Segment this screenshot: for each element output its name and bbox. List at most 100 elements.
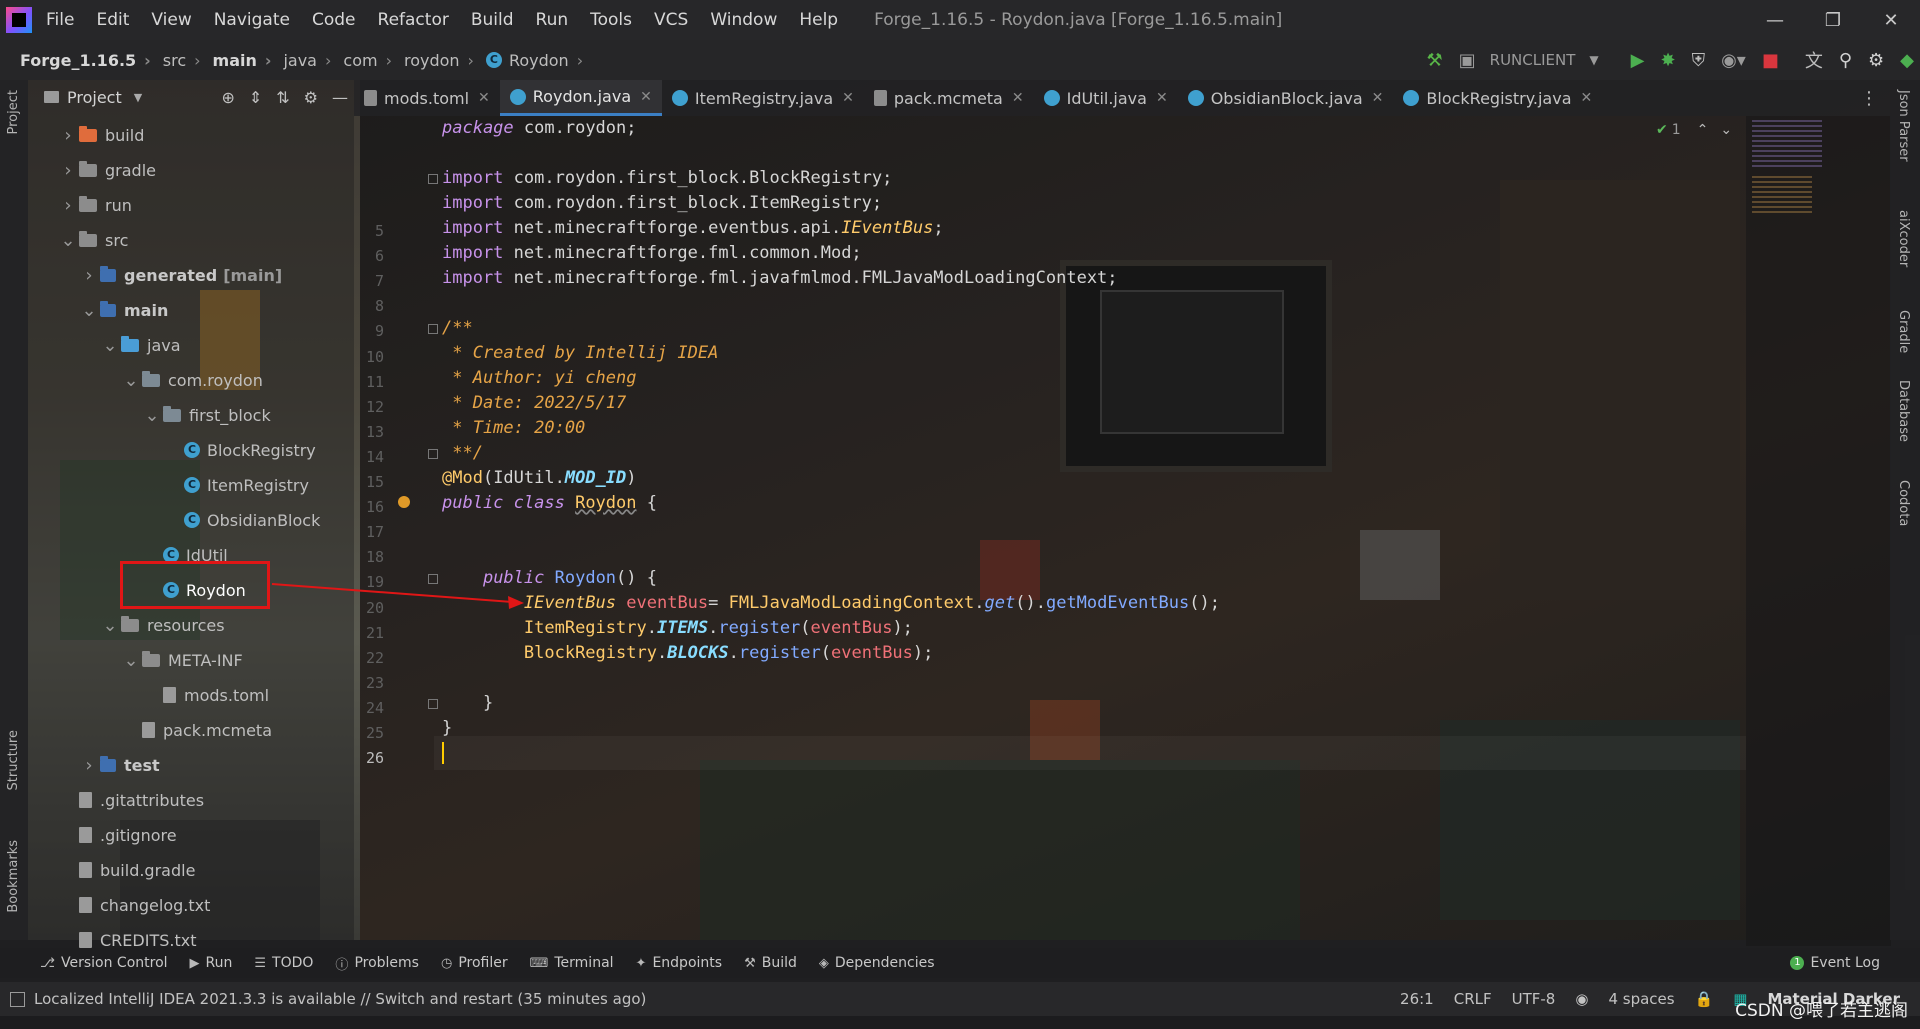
editor-tab[interactable]: Roydon.java ✕: [499, 80, 662, 116]
stop-icon[interactable]: ■: [1762, 50, 1779, 71]
tree-item[interactable]: ⌄ first_block: [143, 398, 270, 432]
menu-edit[interactable]: Edit: [96, 10, 129, 30]
menu-view[interactable]: View: [151, 10, 191, 30]
chevron-down-icon[interactable]: ⌄: [101, 615, 119, 636]
chevron-down-icon[interactable]: ⌄: [59, 230, 77, 251]
chevron-down-icon[interactable]: ⌄: [101, 335, 119, 356]
run-config-select[interactable]: RUNCLIENT: [1490, 51, 1576, 69]
close-tab-icon[interactable]: ✕: [1581, 90, 1593, 106]
chevron-right-icon[interactable]: ›: [59, 125, 77, 146]
inspector-eye-icon[interactable]: ◉: [1575, 990, 1588, 1008]
chevron-down-icon[interactable]: ⌄: [122, 370, 140, 391]
bean-gutter-icon[interactable]: [398, 496, 410, 508]
close-tab-icon[interactable]: ✕: [1012, 90, 1024, 106]
tree-item[interactable]: mods.toml: [143, 678, 269, 712]
fold-marker-icon[interactable]: [428, 449, 438, 459]
codota-tool-tab[interactable]: Codota: [1896, 480, 1911, 526]
event-log-button[interactable]: 1 Event Log: [1790, 948, 1880, 978]
tree-item[interactable]: changelog.txt: [59, 888, 210, 922]
tree-item[interactable]: ⌄ src: [59, 223, 128, 257]
chevron-down-icon[interactable]: ▼: [1589, 53, 1598, 67]
chevron-down-icon[interactable]: ⌄: [122, 650, 140, 671]
breadcrumb-roydon[interactable]: roydon ›: [404, 51, 474, 70]
menu-help[interactable]: Help: [799, 10, 838, 30]
fold-marker-icon[interactable]: [428, 574, 438, 584]
run-icon[interactable]: ▶: [1631, 50, 1645, 71]
breadcrumb-project[interactable]: Forge_1.16.5 ›: [20, 51, 151, 70]
close-tab-icon[interactable]: ✕: [842, 90, 854, 106]
tree-item[interactable]: › gradle: [59, 153, 156, 187]
tree-item[interactable]: › generated [main]: [80, 258, 282, 292]
tool-window-button[interactable]: ◷ Profiler: [441, 955, 508, 971]
chevron-down-icon[interactable]: ⌄: [143, 405, 161, 426]
project-tool-tab[interactable]: Project: [6, 90, 21, 134]
tool-window-button[interactable]: ⓘ Problems: [335, 954, 419, 973]
tool-window-button[interactable]: ⚒ Build: [744, 955, 797, 971]
tree-item[interactable]: ⌄ resources: [101, 608, 224, 642]
chevron-right-icon[interactable]: ›: [80, 265, 98, 286]
more-tabs-icon[interactable]: ⋮: [1860, 88, 1878, 109]
indent-setting[interactable]: 4 spaces: [1608, 990, 1674, 1008]
status-message[interactable]: Localized IntelliJ IDEA 2021.3.3 is avai…: [34, 990, 646, 1008]
gradle-tool-tab[interactable]: Gradle: [1896, 310, 1911, 353]
breadcrumb-src[interactable]: src ›: [163, 51, 201, 70]
settings-gear-icon[interactable]: ⚙: [304, 88, 318, 107]
fold-marker-icon[interactable]: [428, 324, 438, 334]
editor-tab[interactable]: mods.toml ✕: [354, 80, 500, 116]
fold-marker-icon[interactable]: [428, 699, 438, 709]
menu-navigate[interactable]: Navigate: [214, 10, 290, 30]
fold-marker-icon[interactable]: [428, 174, 438, 184]
restore-icon[interactable]: ❐: [1804, 0, 1862, 40]
locate-file-icon[interactable]: ⊕: [221, 88, 234, 107]
close-icon[interactable]: ✕: [1862, 0, 1920, 40]
bookmarks-tool-tab[interactable]: Bookmarks: [6, 840, 21, 913]
status-toggle-icon[interactable]: [10, 991, 25, 1007]
search-icon[interactable]: ⚲: [1839, 50, 1852, 71]
editor-tab[interactable]: pack.mcmeta ✕: [864, 80, 1034, 116]
tool-window-button[interactable]: ⌨ Terminal: [530, 955, 614, 971]
menu-refactor[interactable]: Refactor: [378, 10, 449, 30]
menu-run[interactable]: Run: [536, 10, 569, 30]
chevron-right-icon[interactable]: ›: [80, 755, 98, 776]
tool-window-button[interactable]: ☰ TODO: [254, 955, 313, 971]
file-encoding[interactable]: UTF-8: [1512, 990, 1556, 1008]
translate-icon[interactable]: 文: [1805, 47, 1823, 73]
build-hammer-icon[interactable]: ⚒: [1426, 50, 1442, 71]
tree-item[interactable]: .gitattributes: [59, 783, 204, 817]
menu-tools[interactable]: Tools: [590, 10, 632, 30]
menu-vcs[interactable]: VCS: [654, 10, 688, 30]
tree-item[interactable]: C BlockRegistry: [164, 433, 316, 467]
tree-item[interactable]: › run: [59, 188, 131, 222]
breadcrumb-com[interactable]: com ›: [343, 51, 392, 70]
chevron-down-icon[interactable]: ⌄: [80, 300, 98, 321]
caret-position[interactable]: 26:1: [1400, 990, 1434, 1008]
tree-item[interactable]: pack.mcmeta: [122, 713, 272, 747]
collapse-all-icon[interactable]: ⇅: [276, 88, 289, 107]
settings-gear-icon[interactable]: ⚙: [1868, 50, 1884, 71]
debug-icon[interactable]: ✸: [1660, 50, 1675, 71]
menu-window[interactable]: Window: [710, 10, 777, 30]
editor-tab[interactable]: ObsidianBlock.java ✕: [1178, 80, 1394, 116]
tree-item[interactable]: ⌄ META-INF: [122, 643, 242, 677]
profile-icon[interactable]: ◉▾: [1721, 50, 1746, 71]
chevron-right-icon[interactable]: ›: [59, 195, 77, 216]
tool-window-button[interactable]: ✦ Endpoints: [636, 955, 723, 971]
project-view-selector[interactable]: Project ▼: [42, 88, 142, 107]
line-separator[interactable]: CRLF: [1454, 990, 1492, 1008]
breadcrumb-main[interactable]: main ›: [213, 51, 272, 70]
tree-item[interactable]: › build: [59, 118, 144, 152]
chevron-up-icon[interactable]: ⌃: [1697, 122, 1709, 138]
tree-item[interactable]: ⌄ main: [80, 293, 168, 327]
expand-all-icon[interactable]: ⇕: [249, 88, 262, 107]
breadcrumb-java[interactable]: java ›: [283, 51, 331, 70]
database-tool-tab[interactable]: Database: [1896, 380, 1911, 442]
minimize-icon[interactable]: —: [1746, 0, 1804, 40]
tree-item[interactable]: build.gradle: [59, 853, 195, 887]
menu-file[interactable]: File: [46, 10, 74, 30]
json-parser-tool-tab[interactable]: Json Parser: [1896, 90, 1911, 162]
tool-window-button[interactable]: ⎇ Version Control: [40, 955, 168, 971]
editor-tab[interactable]: BlockRegistry.java ✕: [1393, 80, 1602, 116]
tree-item[interactable]: ⌄ com.roydon: [122, 363, 262, 397]
chevron-right-icon[interactable]: ›: [59, 160, 77, 181]
chevron-down-icon[interactable]: ⌄: [1720, 122, 1732, 138]
